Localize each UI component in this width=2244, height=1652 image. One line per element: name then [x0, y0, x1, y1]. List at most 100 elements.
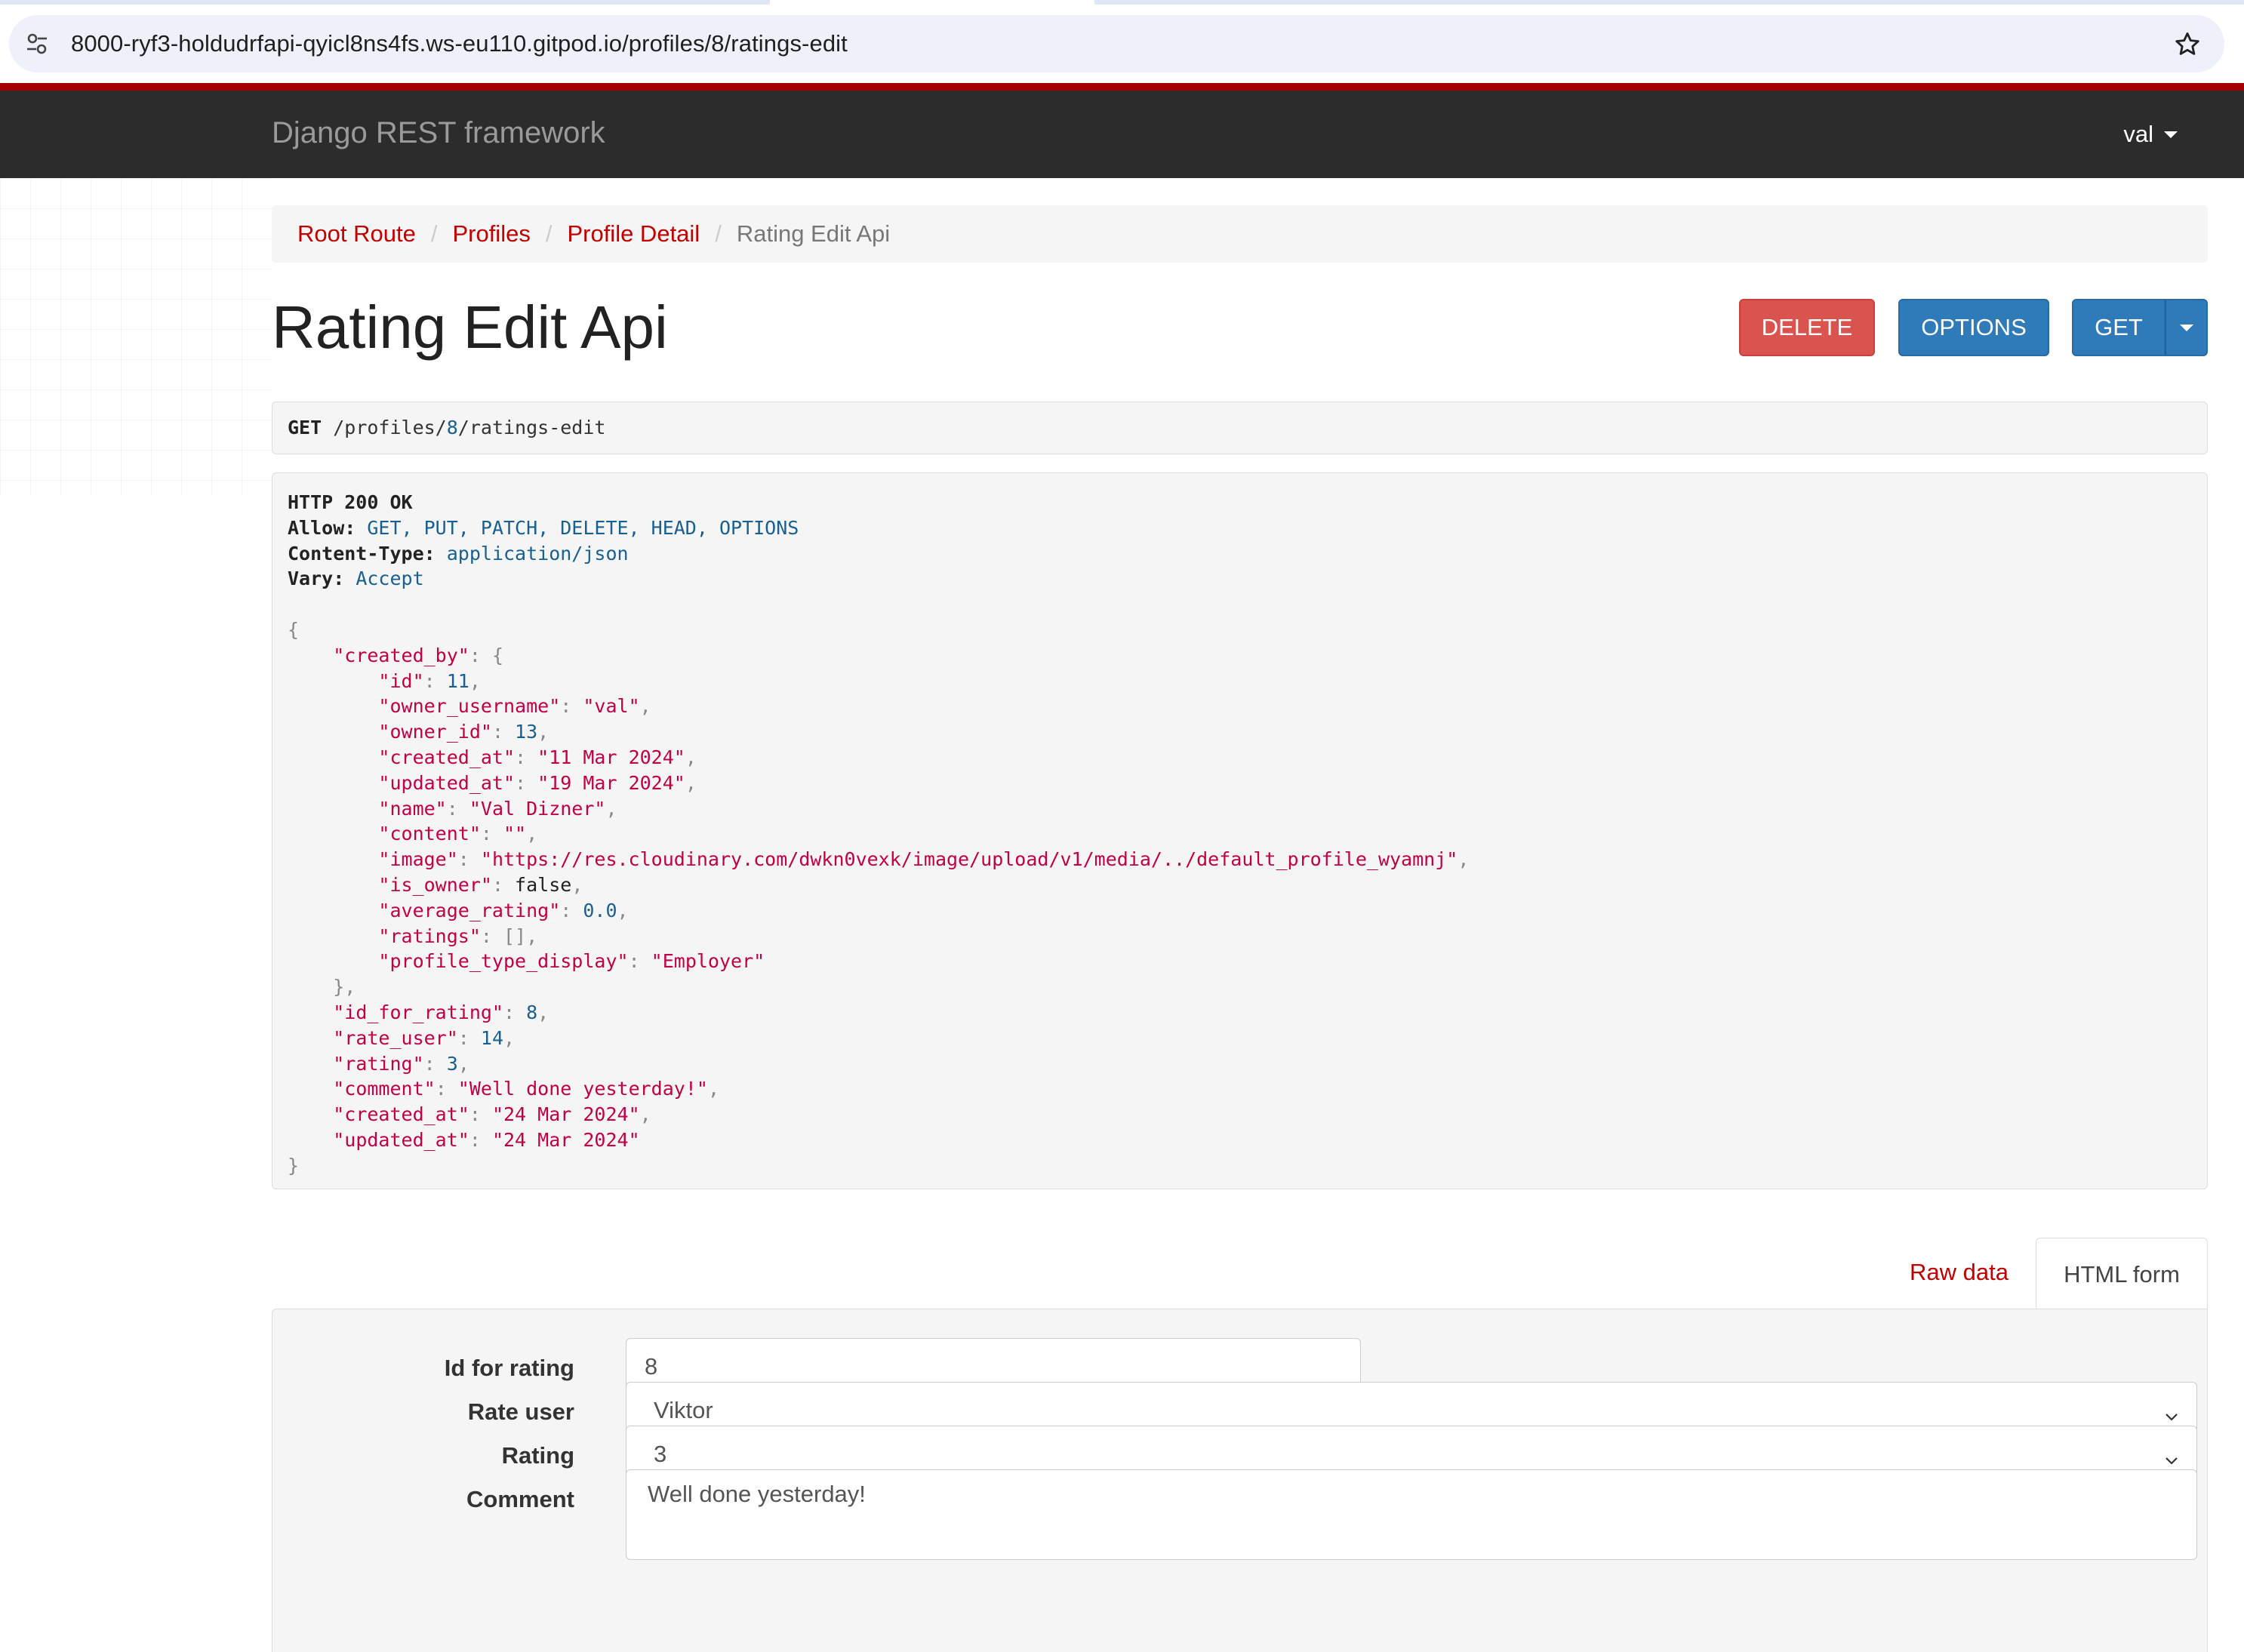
response-header-name: Vary: — [288, 568, 345, 590]
chevron-down-icon — [2165, 1446, 2178, 1465]
json-punctuation: : — [469, 1103, 492, 1126]
json-value: 14 — [480, 1026, 504, 1049]
response-header: Vary: Accept — [288, 566, 2207, 592]
json-punctuation: : — [503, 1001, 527, 1023]
json-line: { — [288, 617, 2207, 643]
json-key: "profile_type_display" — [378, 950, 629, 973]
json-line: "content": "", — [288, 821, 2207, 847]
response-header-name: Allow: — [288, 516, 356, 539]
json-line: "updated_at": "24 Mar 2024" — [288, 1127, 2207, 1153]
json-punctuation: : — [435, 1078, 458, 1100]
get-button[interactable]: GET — [2072, 299, 2166, 356]
json-line: "name": "Val Dizner", — [288, 796, 2207, 822]
id-for-rating-label: Id for rating — [444, 1355, 574, 1381]
json-punctuation: , — [639, 1103, 651, 1126]
json-line: "ratings": [], — [288, 924, 2207, 949]
json-key: "average_rating" — [378, 899, 561, 921]
brand-link[interactable]: Django REST framework — [272, 116, 605, 150]
rating-label: Rating — [501, 1442, 574, 1469]
json-punctuation: , — [605, 797, 617, 820]
options-button[interactable]: OPTIONS — [1898, 299, 2049, 356]
json-value: "24 Mar 2024" — [491, 1128, 640, 1151]
response-header-value: application/json — [446, 542, 629, 565]
json-value: "" — [503, 823, 527, 845]
response-info: HTTP 200 OK Allow: GET, PUT, PATCH, DELE… — [272, 472, 2208, 1189]
json-line: }, — [288, 974, 2207, 1000]
response-header: Allow: GET, PUT, PATCH, DELETE, HEAD, OP… — [288, 515, 2207, 541]
json-punctuation: , — [537, 1001, 549, 1023]
json-value: "https://res.cloudinary.com/dwkn0vexk/im… — [480, 848, 1458, 871]
breadcrumb: Root Route / Profiles / Profile Detail /… — [272, 205, 2208, 263]
request-path-id: 8 — [446, 417, 458, 438]
rate-user-value: Viktor — [654, 1397, 713, 1423]
json-value: [] — [503, 924, 527, 947]
json-key: "comment" — [333, 1078, 436, 1100]
json-key: "is_owner" — [378, 873, 492, 896]
response-header: Content-Type: application/json — [288, 541, 2207, 567]
json-punctuation: : — [628, 950, 651, 973]
comment-value: Well done yesterday! — [648, 1481, 866, 1507]
json-punctuation: : — [491, 873, 516, 896]
json-punctuation: : — [491, 721, 516, 743]
background-pattern — [0, 178, 272, 495]
get-format-dropdown[interactable] — [2166, 299, 2208, 356]
rate-user-label: Rate user — [467, 1398, 574, 1425]
json-punctuation: : — [480, 924, 503, 947]
caret-down-icon — [2179, 324, 2193, 331]
breadcrumb-root-route[interactable]: Root Route — [297, 220, 416, 248]
json-punctuation: , — [571, 873, 583, 896]
json-value: "Well done yesterday!" — [457, 1078, 708, 1100]
comment-textarea[interactable]: Well done yesterday! — [626, 1469, 2197, 1560]
json-line: "profile_type_display": "Employer" — [288, 949, 2207, 974]
breadcrumb-separator: / — [545, 220, 553, 247]
json-punctuation: , — [685, 771, 697, 794]
breadcrumb-profiles[interactable]: Profiles — [452, 220, 530, 248]
json-line: "image": "https://res.cloudinary.com/dwk… — [288, 847, 2207, 872]
json-punctuation: , — [617, 899, 629, 921]
json-line: "created_by": { — [288, 643, 2207, 669]
address-bar[interactable]: 8000-ryf3-holdudrfapi-qyicl8ns4fs.ws-eu1… — [9, 15, 2224, 72]
json-value: "Employer" — [651, 950, 765, 973]
json-punctuation: } — [288, 1154, 300, 1177]
tune-icon[interactable] — [26, 32, 48, 55]
url-text[interactable]: 8000-ryf3-holdudrfapi-qyicl8ns4fs.ws-eu1… — [71, 30, 848, 57]
id-for-rating-value: 8 — [645, 1353, 658, 1380]
page-title: Rating Edit Api — [272, 294, 668, 361]
breadcrumb-profile-detail[interactable]: Profile Detail — [567, 220, 700, 248]
json-punctuation: , — [1458, 848, 1470, 871]
rating-value: 3 — [654, 1441, 667, 1467]
json-line: "id": 11, — [288, 669, 2207, 694]
navbar-accent-line — [0, 83, 2244, 91]
json-line: } — [288, 1153, 2207, 1179]
json-punctuation: : — [515, 746, 538, 768]
json-line: "created_at": "24 Mar 2024", — [288, 1102, 2207, 1127]
json-key: "rate_user" — [333, 1026, 458, 1049]
json-key: "created_at" — [333, 1103, 469, 1126]
json-punctuation: : — [446, 797, 469, 820]
json-line: "rating": 3, — [288, 1051, 2207, 1077]
json-line: "updated_at": "19 Mar 2024", — [288, 771, 2207, 796]
json-punctuation: , — [526, 924, 538, 947]
json-key: "id_for_rating" — [333, 1001, 503, 1023]
tab-raw-data[interactable]: Raw data — [1910, 1259, 2009, 1286]
json-key: "image" — [378, 848, 458, 871]
json-punctuation: , — [639, 695, 651, 718]
json-line: "is_owner": false, — [288, 872, 2207, 898]
json-punctuation: , — [503, 1026, 516, 1049]
json-punctuation: , — [707, 1078, 719, 1100]
json-key: "owner_id" — [378, 721, 492, 743]
json-punctuation: : — [560, 899, 583, 921]
star-icon[interactable] — [2173, 30, 2202, 59]
json-key: "created_at" — [378, 746, 516, 768]
json-punctuation: : — [515, 771, 538, 794]
json-line: "comment": "Well done yesterday!", — [288, 1076, 2207, 1102]
delete-button[interactable]: DELETE — [1739, 299, 1875, 356]
json-line: "owner_id": 13, — [288, 719, 2207, 745]
browser-toolbar: 8000-ryf3-holdudrfapi-qyicl8ns4fs.ws-eu1… — [0, 0, 2244, 83]
tab-html-form[interactable]: HTML form — [2036, 1238, 2208, 1310]
json-key: "owner_username" — [378, 695, 561, 718]
user-menu[interactable]: val — [2123, 121, 2178, 148]
request-method: GET — [288, 417, 322, 438]
json-punctuation: : { — [469, 644, 503, 666]
request-path-prefix: /profiles/ — [333, 417, 447, 438]
